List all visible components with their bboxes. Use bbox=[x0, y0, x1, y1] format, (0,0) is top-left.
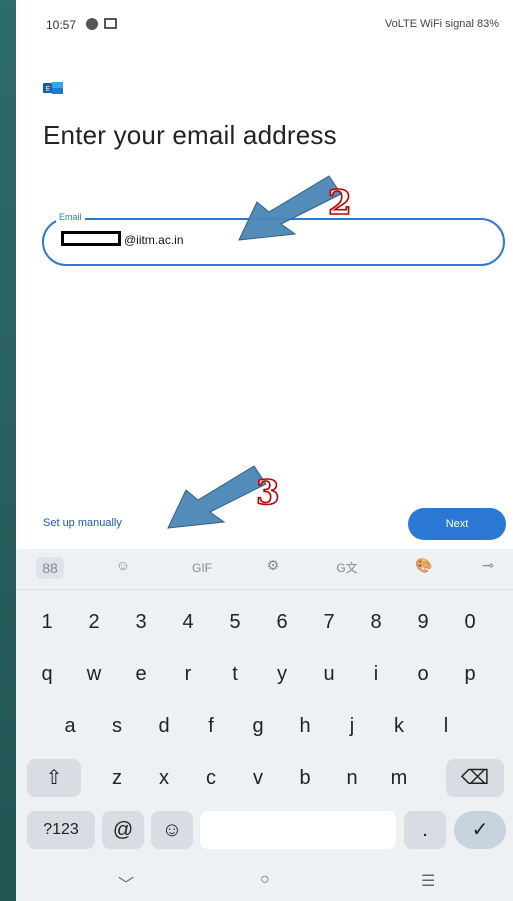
setup-manually-link[interactable]: Set up manually bbox=[43, 517, 122, 529]
key-q[interactable]: q bbox=[27, 655, 67, 693]
key-t[interactable]: t bbox=[215, 655, 255, 693]
emoji-key[interactable]: ☺ bbox=[151, 811, 193, 849]
gif-button[interactable]: GIF bbox=[182, 557, 222, 579]
email-label: Email bbox=[56, 212, 85, 222]
key-g[interactable]: g bbox=[238, 707, 278, 745]
status-bar: 10:57 VoLTE WiFi signal 83% bbox=[16, 0, 513, 52]
key-2[interactable]: 2 bbox=[74, 603, 114, 641]
back-icon[interactable]: ﹀ bbox=[118, 871, 134, 895]
key-l[interactable]: l bbox=[426, 707, 466, 745]
redacted-email-local-part bbox=[61, 231, 121, 246]
key-v[interactable]: v bbox=[238, 759, 278, 797]
key-9[interactable]: 9 bbox=[403, 603, 443, 641]
page-title: Enter your email address bbox=[43, 120, 337, 150]
status-icons: VoLTE WiFi signal 83% bbox=[384, 18, 499, 30]
key-c[interactable]: c bbox=[191, 759, 231, 797]
apps-icon[interactable]: 88 bbox=[36, 557, 64, 579]
key-x[interactable]: x bbox=[144, 759, 184, 797]
period-key[interactable]: . bbox=[404, 811, 446, 849]
key-o[interactable]: o bbox=[403, 655, 443, 693]
backspace-icon[interactable]: ⌫ bbox=[446, 759, 504, 797]
key-s[interactable]: s bbox=[97, 707, 137, 745]
keyboard-letter-row-2: a s d f g h j k l bbox=[16, 707, 513, 749]
key-p[interactable]: p bbox=[450, 655, 490, 693]
annotation-label-2: 2 bbox=[327, 182, 352, 224]
status-time: 10:57 bbox=[46, 18, 77, 32]
keyboard-bottom-row: ?123 @ ☺ . ✓ bbox=[16, 811, 513, 853]
space-bar[interactable] bbox=[200, 811, 396, 849]
sticker-icon[interactable]: ☺ bbox=[111, 557, 135, 579]
key-4[interactable]: 4 bbox=[168, 603, 208, 641]
phone-screen: 10:57 VoLTE WiFi signal 83% E Enter your… bbox=[16, 0, 513, 901]
key-0[interactable]: 0 bbox=[450, 603, 490, 641]
key-r[interactable]: r bbox=[168, 655, 208, 693]
key-6[interactable]: 6 bbox=[262, 603, 302, 641]
at-key[interactable]: @ bbox=[102, 811, 144, 849]
key-e[interactable]: e bbox=[121, 655, 161, 693]
svg-text:E: E bbox=[46, 86, 51, 93]
key-5[interactable]: 5 bbox=[215, 603, 255, 641]
key-m[interactable]: m bbox=[379, 759, 419, 797]
key-8[interactable]: 8 bbox=[356, 603, 396, 641]
keyboard: 88 ☺ GIF ⚙ G文 🎨 ⊸ 1 2 3 4 5 6 7 8 9 0 q … bbox=[16, 549, 513, 901]
shift-icon[interactable]: ⇧ bbox=[27, 759, 81, 797]
key-b[interactable]: b bbox=[285, 759, 325, 797]
check-icon[interactable]: ✓ bbox=[454, 811, 506, 849]
symbols-key[interactable]: ?123 bbox=[27, 811, 95, 849]
password-key-icon[interactable]: ⊸ bbox=[476, 557, 500, 579]
key-h[interactable]: h bbox=[285, 707, 325, 745]
key-a[interactable]: a bbox=[50, 707, 90, 745]
key-i[interactable]: i bbox=[356, 655, 396, 693]
mail-icon bbox=[104, 18, 117, 29]
key-u[interactable]: u bbox=[309, 655, 349, 693]
key-y[interactable]: y bbox=[262, 655, 302, 693]
status-app-icon bbox=[86, 18, 98, 30]
key-3[interactable]: 3 bbox=[121, 603, 161, 641]
key-d[interactable]: d bbox=[144, 707, 184, 745]
home-icon[interactable]: ○ bbox=[260, 871, 270, 889]
key-f[interactable]: f bbox=[191, 707, 231, 745]
next-button[interactable]: Next bbox=[408, 508, 506, 540]
settings-icon[interactable]: ⚙ bbox=[261, 557, 285, 579]
recents-icon[interactable]: ☰ bbox=[421, 871, 435, 891]
keyboard-letter-row-3: ⇧ z x c v b n m ⌫ bbox=[16, 759, 513, 801]
exchange-logo-icon: E bbox=[43, 82, 63, 94]
key-1[interactable]: 1 bbox=[27, 603, 67, 641]
key-7[interactable]: 7 bbox=[309, 603, 349, 641]
key-k[interactable]: k bbox=[379, 707, 419, 745]
key-w[interactable]: w bbox=[74, 655, 114, 693]
translate-icon[interactable]: G文 bbox=[331, 557, 363, 579]
keyboard-letter-row-1: q w e r t y u i o p bbox=[16, 655, 513, 697]
key-j[interactable]: j bbox=[332, 707, 372, 745]
annotation-label-3: 3 bbox=[255, 472, 280, 514]
key-z[interactable]: z bbox=[97, 759, 137, 797]
theme-palette-icon[interactable]: 🎨 bbox=[412, 557, 436, 579]
keyboard-number-row: 1 2 3 4 5 6 7 8 9 0 bbox=[16, 603, 513, 645]
email-domain: @iitm.ac.in bbox=[124, 233, 184, 247]
keyboard-toolbar: 88 ☺ GIF ⚙ G文 🎨 ⊸ bbox=[16, 549, 513, 590]
navigation-bar: ﹀ ○ ☰ bbox=[16, 863, 513, 901]
key-n[interactable]: n bbox=[332, 759, 372, 797]
